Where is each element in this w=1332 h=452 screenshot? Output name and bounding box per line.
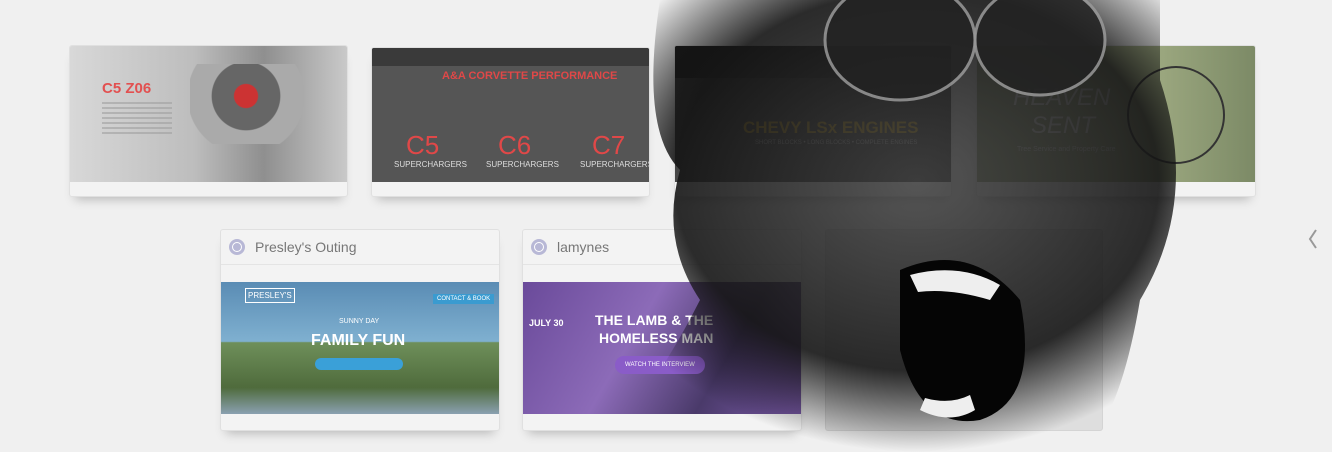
nav-bar bbox=[372, 48, 649, 66]
site-card-lamynes[interactable]: lamynes JULY 30 THE LAMB & THE HOMELESS … bbox=[522, 229, 802, 431]
badge-logo bbox=[1127, 66, 1225, 164]
tile-headline: HOMELESS MAN bbox=[599, 330, 714, 346]
tile-headline: HEAVEN bbox=[1013, 84, 1111, 111]
thumbnail-tile-aa-corvette[interactable]: A&A CORVETTE PERFORMANCE C5 C6 C7 SUPERC… bbox=[371, 47, 650, 197]
card-title: Presley's Outing bbox=[255, 239, 357, 255]
chevron-left-icon[interactable] bbox=[1306, 228, 1320, 250]
site-logo: PRESLEY'S bbox=[245, 288, 295, 303]
engine-image bbox=[190, 64, 330, 144]
globe-icon bbox=[229, 239, 245, 255]
tile-headline: CHEVY LSx ENGINES bbox=[743, 118, 919, 137]
nav-bar bbox=[675, 46, 951, 78]
sub-label: SUPERCHARGERS bbox=[486, 160, 559, 169]
text-block bbox=[102, 102, 172, 136]
tile-headline: SENT bbox=[1031, 112, 1096, 139]
tile-headline: FAMILY FUN bbox=[311, 332, 406, 349]
thumbnail-tile-c5z06[interactable]: C5 Z06 bbox=[69, 45, 348, 197]
c7-label: C7 bbox=[592, 130, 626, 160]
tile-headline: C5 Z06 bbox=[102, 80, 152, 97]
cta-button bbox=[315, 358, 403, 370]
add-site-tile[interactable]: + bbox=[825, 229, 1103, 431]
tile-subtext: SHORT BLOCKS • LONG BLOCKS • COMPLETE EN… bbox=[755, 140, 918, 146]
tagline: SUNNY DAY bbox=[339, 318, 380, 325]
c5-label: C5 bbox=[406, 130, 440, 160]
sub-label: SUPERCHARGERS bbox=[580, 160, 649, 169]
card-title: lamynes bbox=[557, 239, 610, 255]
plus-icon: + bbox=[951, 305, 977, 354]
card-header: lamynes bbox=[523, 230, 801, 265]
thumbnail-tile-chevy-lsx[interactable]: CHEVY LSx ENGINES SHORT BLOCKS • LONG BL… bbox=[674, 45, 952, 197]
tile-headline: THE LAMB & THE bbox=[595, 312, 714, 328]
date-label: JULY 30 bbox=[529, 318, 564, 328]
watch-button: WATCH THE INTERVIEW bbox=[615, 356, 705, 374]
globe-icon bbox=[531, 239, 547, 255]
site-card-presleys-outing[interactable]: Presley's Outing PRESLEY'S SUNNY DAY FAM… bbox=[220, 229, 500, 431]
card-header: Presley's Outing bbox=[221, 230, 499, 265]
tile-subtext: Tree Service and Property Care bbox=[1017, 146, 1116, 153]
contact-button: CONTACT & BOOK bbox=[433, 294, 495, 304]
tile-headline: A&A CORVETTE PERFORMANCE bbox=[442, 70, 618, 82]
sub-label: SUPERCHARGERS bbox=[394, 160, 467, 169]
thumbnail-tile-heaven-sent[interactable]: HEAVEN SENT Tree Service and Property Ca… bbox=[976, 45, 1256, 197]
c6-label: C6 bbox=[498, 130, 532, 160]
